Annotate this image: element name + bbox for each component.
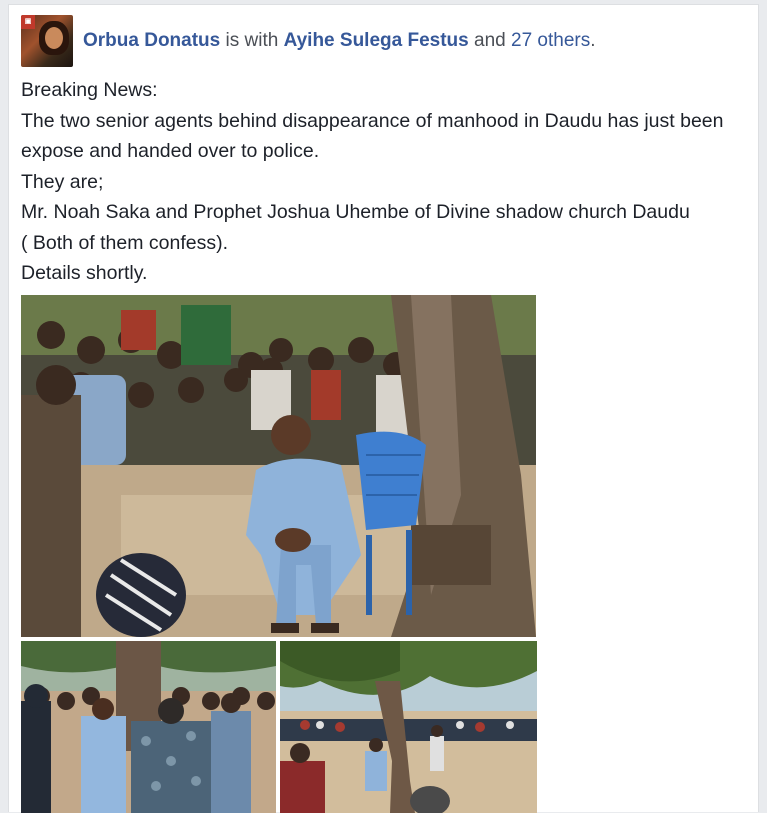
post-card: ▣ Orbua Donatus is with Ayihe Sulega Fes…: [8, 4, 759, 813]
post-line: The two senior agents behind disappearan…: [21, 109, 724, 132]
post-header: ▣ Orbua Donatus is with Ayihe Sulega Fes…: [21, 15, 596, 67]
avatar-badge: ▣: [21, 15, 35, 29]
post-line: expose and handed over to police.: [21, 140, 320, 162]
post-line: Mr. Noah Saka and Prophet Joshua Uhembe …: [21, 201, 690, 223]
avatar-face: [45, 27, 63, 49]
post-photo-main[interactable]: [21, 295, 536, 637]
post-line: Breaking News:: [21, 79, 158, 101]
period-text: .: [590, 30, 596, 51]
author-avatar[interactable]: ▣: [21, 15, 73, 67]
and-text: and: [474, 30, 506, 51]
post-photo-2[interactable]: [21, 641, 276, 813]
post-photo-3[interactable]: [280, 641, 537, 813]
tagged-person-link[interactable]: Ayihe Sulega Festus: [284, 30, 469, 51]
post-line: They are;: [21, 170, 104, 193]
post-line: Details shortly.: [21, 262, 148, 284]
post-line: ( Both of them confess).: [21, 231, 229, 254]
author-name-link[interactable]: Orbua Donatus: [83, 30, 220, 51]
post-body: Breaking News: The two senior agents beh…: [21, 75, 751, 289]
post-headline: Orbua Donatus is with Ayihe Sulega Festu…: [83, 30, 596, 52]
others-link[interactable]: 27 others: [511, 30, 590, 51]
with-text: is with: [225, 30, 279, 51]
